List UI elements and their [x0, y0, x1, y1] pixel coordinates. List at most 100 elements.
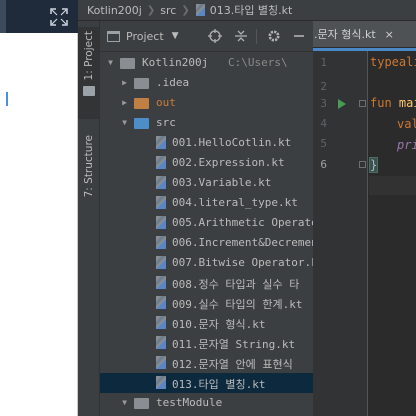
kotlin-file-icon	[155, 136, 168, 150]
tree-file-item[interactable]: 008.정수 타입과 실수 타	[100, 273, 313, 293]
line-number: 6	[320, 158, 327, 171]
breadcrumb-file[interactable]: 013.타입 별칭.kt	[195, 2, 293, 18]
code-editor: .문자 형식.kt × 1 2 3 4 5 6 typeali fun mai …	[313, 21, 416, 416]
tree-item-label: testModule	[156, 396, 223, 409]
structure-tool-label: 7: Structure	[83, 135, 95, 198]
tree-item-label: src	[156, 116, 176, 129]
editor-gutter: 1 2 3 4 5 6	[313, 51, 368, 416]
gear-icon[interactable]	[267, 29, 281, 43]
tree-file-item[interactable]: 006.Increment&Decrement	[100, 233, 313, 253]
chevron-down-icon[interactable]: ▼	[120, 118, 129, 127]
code-closing-brace: }	[368, 157, 379, 173]
tree-item-label: 008.정수 타입과 실수 타	[172, 278, 300, 291]
kotlin-file-icon	[155, 336, 168, 350]
editor-tab-label: .문자 형식.kt	[314, 28, 376, 41]
chevron-down-icon[interactable]: ▼	[106, 58, 115, 67]
tree-folder-item[interactable]: ▶ .idea	[100, 73, 313, 93]
folder-icon	[134, 98, 149, 109]
module-folder-icon	[120, 58, 135, 69]
tree-file-item[interactable]: 010.문자 형식.kt	[100, 313, 313, 333]
tree-file-item[interactable]: 001.HelloCotlin.kt	[100, 133, 313, 153]
text-cursor-mark	[6, 92, 8, 106]
tree-item-label: 006.Increment&Decrement	[172, 236, 313, 249]
tree-item-label: out	[156, 96, 176, 109]
close-icon[interactable]: ×	[385, 28, 394, 41]
caret-line-highlight	[369, 176, 416, 195]
collapse-all-icon[interactable]	[234, 29, 248, 43]
fold-icon[interactable]	[359, 161, 366, 168]
editor-tab[interactable]: .문자 형식.kt ×	[313, 21, 416, 48]
tree-file-item[interactable]: 003.Variable.kt	[100, 173, 313, 193]
project-tree: ▼ Kotlin200j C:\Users\ ▶ .idea ▶ out ▼ src 001.He…	[100, 53, 313, 413]
kotlin-file-icon	[155, 256, 168, 270]
code-line-6[interactable]: }	[368, 157, 379, 173]
chevron-down-icon[interactable]: ▼	[120, 398, 129, 407]
tree-item-label: 007.Bitwise Operator.kt	[172, 256, 313, 269]
tree-folder-item[interactable]: ▼ Kotlin200j C:\Users\	[100, 53, 313, 73]
hide-panel-icon[interactable]	[292, 29, 306, 43]
kotlin-file-icon	[155, 176, 168, 190]
project-toolbar: Project ▼	[100, 21, 313, 52]
tree-file-item[interactable]: 002.Expression.kt	[100, 153, 313, 173]
kotlin-file-icon	[155, 216, 168, 230]
run-icon[interactable]	[338, 99, 346, 109]
tool-window-stripe: 1: Project 7: Structure	[78, 21, 100, 416]
project-tool-button[interactable]: 1: Project	[78, 27, 100, 119]
kotlin-file-icon	[155, 316, 168, 330]
tree-file-item[interactable]: 004.literal_type.kt	[100, 193, 313, 213]
line-number: 4	[320, 117, 327, 130]
chevron-right-icon[interactable]: ▶	[120, 78, 129, 87]
kotlin-file-icon	[155, 156, 168, 170]
tree-item-label: 005.Arithmetic Operator.	[172, 216, 313, 229]
tree-item-path: C:\Users\	[228, 56, 288, 69]
tree-item-label: 003.Variable.kt	[172, 176, 272, 189]
locate-icon[interactable]	[208, 29, 222, 43]
line-number: 2	[320, 80, 327, 93]
tree-folder-item[interactable]: ▶ out	[100, 93, 313, 113]
code-line-4[interactable]: val	[397, 117, 416, 131]
breadcrumb-folder[interactable]: src	[160, 4, 176, 17]
tree-item-label: 001.HelloCotlin.kt	[172, 136, 292, 149]
kotlin-file-icon	[155, 236, 168, 250]
toolbar-divider	[256, 29, 257, 44]
kotlin-file-icon	[155, 356, 168, 370]
fold-icon[interactable]	[359, 100, 366, 107]
breadcrumb: Kotlin200j ❯ src ❯ 013.타입 별칭.kt	[78, 0, 416, 21]
code-keyword: fun	[370, 96, 399, 110]
kotlin-file-icon	[155, 276, 168, 290]
background-window	[0, 0, 78, 416]
tree-item-label: 002.Expression.kt	[172, 156, 285, 169]
chevron-right-icon[interactable]: ▶	[120, 98, 129, 107]
structure-tool-button[interactable]: 7: Structure	[78, 131, 100, 231]
tree-item-label: 004.literal_type.kt	[172, 196, 298, 209]
tree-file-item[interactable]: 009.실수 타입의 한계.kt	[100, 293, 313, 313]
tree-folder-item[interactable]: ▼ src	[100, 113, 313, 133]
line-number: 5	[320, 137, 327, 150]
project-tool-label: 1: Project	[83, 31, 95, 81]
code-line-1[interactable]: typeali	[370, 55, 416, 69]
tree-file-item[interactable]: 011.문자열 String.kt	[100, 333, 313, 353]
module-folder-icon	[134, 398, 149, 409]
breadcrumb-file-label: 013.타입 별칭.kt	[209, 4, 293, 17]
breadcrumb-separator-icon: ❯	[146, 4, 156, 16]
tree-file-item[interactable]: 012.문자열 안에 표현식	[100, 353, 313, 373]
tree-item-label: 010.문자 형식.kt	[172, 318, 266, 331]
tree-folder-item[interactable]: ▼ testModule	[100, 393, 313, 413]
tree-file-item[interactable]: 005.Arithmetic Operator.	[100, 213, 313, 233]
breadcrumb-project[interactable]: Kotlin200j	[87, 4, 142, 17]
line-number: 3	[320, 97, 327, 110]
expand-icon[interactable]	[50, 8, 68, 26]
tree-item-label: 009.실수 타입의 한계.kt	[172, 298, 303, 311]
project-view-selector[interactable]: Project ▼	[107, 30, 179, 43]
tree-item-label: 011.문자열 String.kt	[172, 338, 296, 351]
chevron-down-icon: ▼	[171, 31, 179, 41]
code-line-3[interactable]: fun mai	[370, 96, 416, 110]
folder-icon	[134, 118, 149, 129]
kotlin-file-icon	[155, 296, 168, 310]
code-line-5[interactable]: pri	[397, 138, 416, 152]
kotlin-file-icon	[195, 4, 207, 16]
tree-file-item[interactable]: 013.타입 별칭.kt	[100, 373, 313, 393]
folder-icon	[83, 86, 95, 97]
tree-file-item[interactable]: 007.Bitwise Operator.kt	[100, 253, 313, 273]
line-number: 1	[320, 56, 327, 69]
